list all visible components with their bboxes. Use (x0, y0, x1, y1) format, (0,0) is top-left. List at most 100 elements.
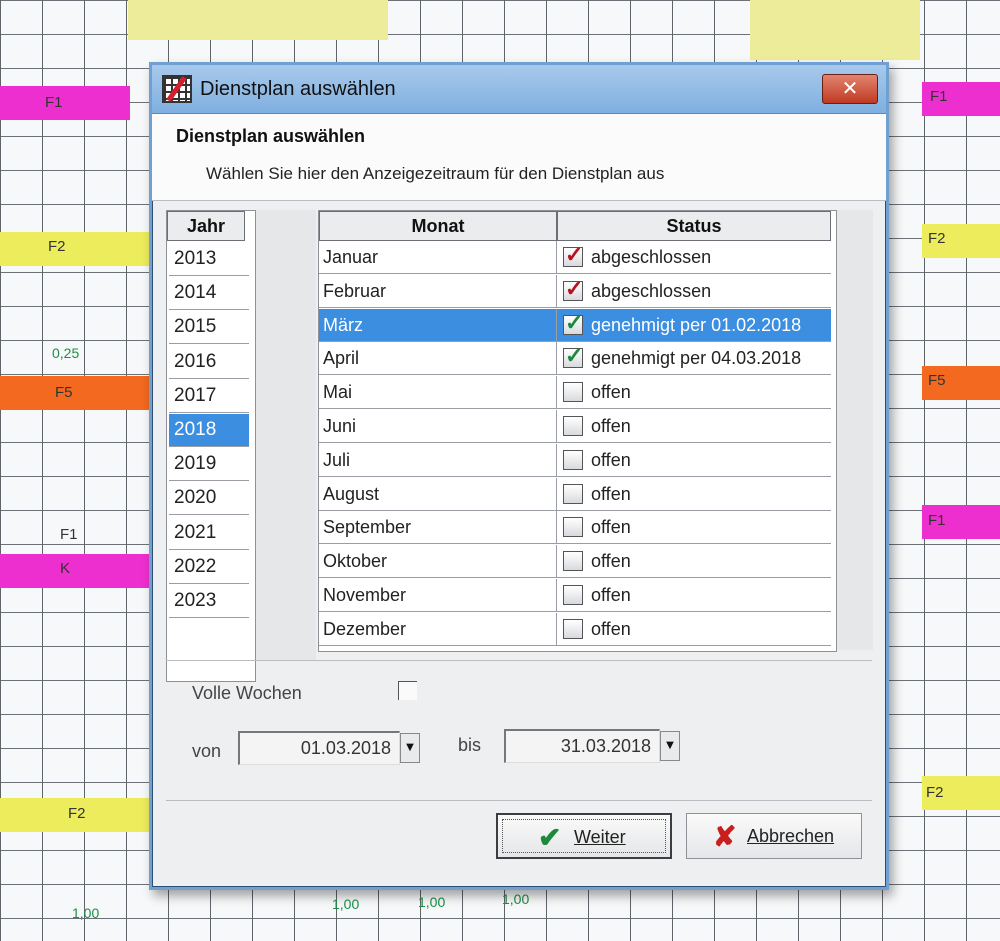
dialog-button-area: ✔ Weiter ✘ Abbrechen (166, 800, 872, 871)
status-checkbox (563, 416, 583, 436)
month-name-cell[interactable]: April (319, 342, 557, 376)
status-cell[interactable]: ✓ genehmigt per 04.03.2018 (557, 342, 831, 376)
background-cell-label: F2 (68, 805, 86, 822)
month-row[interactable]: Oktober offen (319, 545, 836, 579)
status-cell[interactable]: offen (557, 545, 831, 579)
status-checkbox: ✓ (563, 275, 584, 301)
month-name-cell[interactable]: September (319, 511, 557, 545)
year-item-2017[interactable]: 2017 (169, 380, 249, 413)
status-cell[interactable]: ✓ abgeschlossen (557, 275, 831, 308)
background-cell-label: 1,00 (72, 905, 100, 921)
status-cell[interactable]: ✓ genehmigt per 01.02.2018 (557, 308, 831, 342)
year-item-2021[interactable]: 2021 (169, 517, 249, 550)
month-row[interactable]: August offen (319, 477, 836, 511)
year-item-2014[interactable]: 2014 (169, 277, 249, 311)
year-item-2018[interactable]: 2018 (169, 414, 249, 447)
checkmark-icon: ✓ (565, 275, 584, 301)
dialog-header: Dienstplan auswählen Wählen Sie hier den… (152, 114, 886, 201)
von-date-input[interactable]: 01.03.2018 (238, 731, 400, 765)
year-item-2022[interactable]: 2022 (169, 551, 249, 584)
status-text: abgeschlossen (591, 280, 712, 301)
abbrechen-button[interactable]: ✘ Abbrechen (686, 813, 862, 859)
status-checkbox (563, 382, 583, 403)
magenta-cell-band (0, 86, 130, 120)
bis-dropdown-button[interactable]: ▼ (660, 731, 680, 761)
month-name-cell[interactable]: Mai (319, 376, 557, 410)
status-cell[interactable]: offen (557, 579, 831, 612)
month-name-cell[interactable]: November (319, 579, 557, 612)
status-cell[interactable]: offen (557, 511, 831, 545)
month-name-cell[interactable]: Juli (319, 443, 557, 477)
background-cell-label: F5 (928, 372, 946, 389)
month-name-cell[interactable]: Dezember (319, 612, 557, 646)
month-name-cell[interactable]: Januar (319, 241, 557, 274)
month-column-header[interactable]: Monat (319, 211, 557, 241)
background-cell-label: 1,00 (502, 891, 530, 907)
status-checkbox (563, 551, 583, 572)
status-cell[interactable]: ✓ abgeschlossen (557, 241, 831, 274)
background-cell-label: F5 (55, 384, 73, 401)
checkmark-icon: ✓ (565, 242, 584, 267)
status-column-header[interactable]: Status (557, 211, 831, 241)
month-row[interactable]: September offen (319, 511, 836, 545)
status-checkbox (563, 449, 583, 470)
dialog-title: Dienstplan auswählen (200, 78, 396, 100)
month-status-table[interactable]: Monat Status Januar ✓ abgeschlossen Februar… (318, 210, 837, 652)
status-cell[interactable]: offen (557, 410, 831, 443)
status-text: offen (591, 618, 631, 639)
year-list[interactable]: Jahr 2013 2014 2015 2016 2017 2018 2019 2020 202… (166, 210, 256, 682)
month-name-cell[interactable]: März (319, 308, 557, 342)
status-checkbox (563, 483, 583, 504)
month-row[interactable]: Februar ✓ abgeschlossen (319, 274, 836, 308)
status-checkbox (563, 517, 583, 538)
year-item-2016[interactable]: 2016 (169, 346, 249, 379)
orange-cell-band (0, 376, 150, 410)
month-name-cell[interactable]: Oktober (319, 545, 557, 579)
month-row[interactable]: Juni offen (319, 410, 836, 443)
status-cell[interactable]: offen (557, 444, 831, 477)
header-description: Wählen Sie hier den Anzeigezeitraum für … (206, 164, 665, 183)
month-name-cell[interactable]: Juni (319, 410, 557, 443)
year-column-header[interactable]: Jahr (167, 211, 245, 241)
month-name-cell[interactable]: August (319, 477, 557, 511)
bis-date-input[interactable]: 31.03.2018 (504, 729, 660, 763)
background-cell-label: 1,00 (332, 896, 360, 912)
status-cell[interactable]: offen (557, 613, 831, 646)
volle-wochen-checkbox[interactable] (398, 681, 417, 700)
von-label: von (192, 741, 222, 761)
background-cell-label: F2 (926, 784, 944, 801)
status-text: offen (591, 517, 631, 538)
status-text: abgeschlossen (591, 247, 712, 267)
dienstplan-dialog: Dienstplan auswählen ✕ Dienstplan auswäh… (149, 62, 889, 890)
month-row[interactable]: April ✓ genehmigt per 04.03.2018 (319, 342, 836, 376)
month-row[interactable]: Januar ✓ abgeschlossen (319, 241, 836, 274)
dialog-titlebar[interactable]: Dienstplan auswählen ✕ (152, 65, 886, 114)
status-text: offen (591, 382, 631, 403)
month-row[interactable]: November offen (319, 579, 836, 612)
month-row[interactable]: März ✓ genehmigt per 01.02.2018 (319, 308, 836, 342)
status-checkbox (563, 585, 583, 605)
year-item-2019[interactable]: 2019 (169, 448, 249, 482)
background-cell-label: 1,00 (418, 894, 446, 910)
status-cell[interactable]: offen (557, 478, 831, 511)
month-row[interactable]: Mai offen (319, 376, 836, 410)
table-scroll-area (837, 210, 873, 650)
header-title: Dienstplan auswählen (176, 126, 366, 146)
checkmark-icon: ✓ (565, 309, 584, 335)
von-dropdown-button[interactable]: ▼ (400, 733, 420, 763)
year-item-2013[interactable]: 2013 (169, 243, 249, 276)
status-cell[interactable]: offen (557, 376, 831, 410)
weiter-button[interactable]: ✔ Weiter (496, 813, 672, 859)
year-item-2023[interactable]: 2023 (169, 585, 249, 618)
status-text: genehmigt per 01.02.2018 (591, 314, 802, 335)
status-text: genehmigt per 04.03.2018 (591, 348, 802, 369)
year-item-2020[interactable]: 2020 (169, 482, 249, 516)
close-button[interactable]: ✕ (822, 74, 878, 104)
year-item-2015[interactable]: 2015 (169, 311, 249, 345)
month-name-cell[interactable]: Februar (319, 274, 557, 308)
background-cell-label: 0,25 (52, 345, 80, 361)
month-row[interactable]: Juli offen (319, 443, 836, 477)
month-row[interactable]: Dezember offen (319, 612, 836, 646)
options-panel: Volle Wochen von 01.03.2018 ▼ bis 31.03.… (166, 660, 872, 799)
calendar-grid-icon (162, 75, 192, 103)
